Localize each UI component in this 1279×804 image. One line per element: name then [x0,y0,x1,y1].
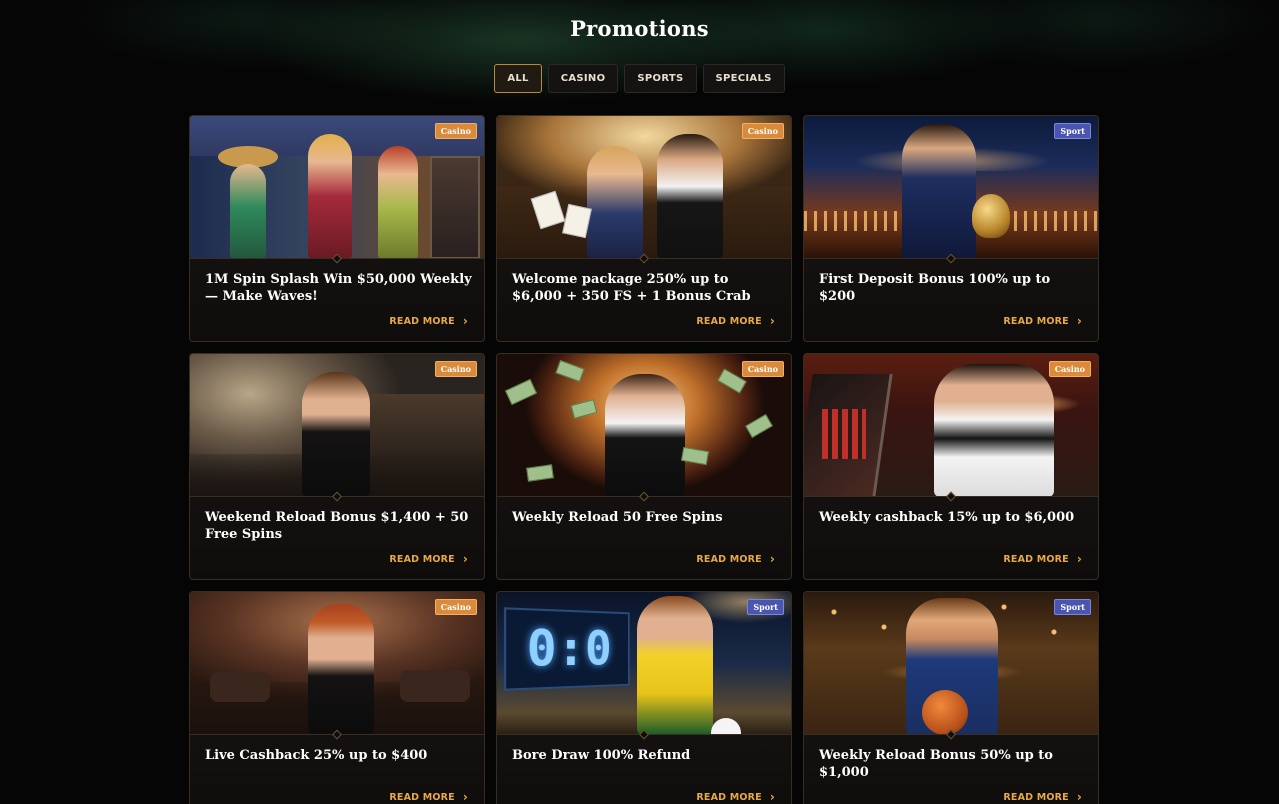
filter-specials-button[interactable]: SPECIALS [702,64,785,93]
promotion-card[interactable]: Casino Live Cashback 25% up to $400 READ… [189,591,485,804]
read-more-link[interactable]: READ MORE › [389,790,468,804]
promotion-card[interactable]: Sport First Deposit Bonus 100% up to $20… [803,115,1099,342]
promotion-card[interactable]: Casino Welcome package 250% up to $6,000… [496,115,792,342]
promotion-image-couple-casino: Casino [497,116,791,259]
promotion-image-three-women: Casino [190,116,484,259]
category-badge: Sport [1054,123,1091,139]
category-badge: Casino [434,599,477,615]
category-badge: Casino [1048,361,1091,377]
promotion-image-dealer-slots: Casino [804,354,1098,497]
chevron-right-icon: › [769,552,775,566]
category-badge: Sport [747,599,784,615]
promotion-title: Weekly cashback 15% up to $6,000 [819,510,1075,525]
read-more-link[interactable]: READ MORE › [389,314,468,328]
read-more-label: READ MORE [389,315,455,327]
promotion-title: 1M Spin Splash Win $50,000 Weekly — Make… [205,272,472,304]
read-more-link[interactable]: READ MORE › [1003,790,1082,804]
chevron-right-icon: › [462,790,468,804]
read-more-label: READ MORE [696,791,762,803]
promotion-image-footballer-trophy: Sport [804,116,1098,259]
read-more-label: READ MORE [696,553,762,565]
read-more-label: READ MORE [1003,553,1069,565]
page-title: Promotions [570,16,709,41]
filter-all-button[interactable]: ALL [494,64,542,93]
promotion-title: Welcome package 250% up to $6,000 + 350 … [512,272,751,304]
promotion-image-footballer-scoreboard: 0:0 Sport [497,592,791,735]
read-more-link[interactable]: READ MORE › [696,552,775,566]
promotion-title: First Deposit Bonus 100% up to $200 [819,272,1051,304]
chevron-right-icon: › [1076,552,1082,566]
promotions-grid: Casino 1M Spin Splash Win $50,000 Weekly… [189,115,1099,804]
filter-casino-button[interactable]: CASINO [547,64,619,93]
chevron-right-icon: › [462,552,468,566]
promotion-image-man-tuxedo-money: Casino [497,354,791,497]
read-more-link[interactable]: READ MORE › [696,790,775,804]
category-badge: Casino [741,361,784,377]
promotion-card[interactable]: Casino Weekly Reload 50 Free Spins READ … [496,353,792,580]
scoreboard: 0:0 [503,607,630,691]
promotion-card[interactable]: Casino Weekend Reload Bonus $1,400 + 50 … [189,353,485,580]
promotion-image-woman-live-casino: Casino [190,592,484,735]
read-more-label: READ MORE [389,791,455,803]
chevron-right-icon: › [769,790,775,804]
category-badge: Casino [434,123,477,139]
promotion-card[interactable]: Casino Weekly cashback 15% up to $6,000 … [803,353,1099,580]
chevron-right-icon: › [1076,790,1082,804]
promotion-title: Weekly Reload 50 Free Spins [512,510,723,525]
filter-tabs: ALL CASINO SPORTS SPECIALS [0,64,1279,93]
promotion-title: Bore Draw 100% Refund [512,748,691,763]
category-badge: Sport [1054,599,1091,615]
filter-sports-button[interactable]: SPORTS [624,64,697,93]
read-more-link[interactable]: READ MORE › [389,552,468,566]
read-more-link[interactable]: READ MORE › [1003,552,1082,566]
promotion-card[interactable]: Casino 1M Spin Splash Win $50,000 Weekly… [189,115,485,342]
category-badge: Casino [434,361,477,377]
promotion-card[interactable]: 0:0 Sport Bore Draw 100% Refund READ MOR… [496,591,792,804]
category-badge: Casino [741,123,784,139]
chevron-right-icon: › [462,314,468,328]
read-more-link[interactable]: READ MORE › [1003,314,1082,328]
read-more-link[interactable]: READ MORE › [696,314,775,328]
promotion-title: Live Cashback 25% up to $400 [205,748,428,763]
promotion-card[interactable]: Sport Weekly Reload Bonus 50% up to $1,0… [803,591,1099,804]
promotion-title: Weekend Reload Bonus $1,400 + 50 Free Sp… [205,510,469,542]
chevron-right-icon: › [769,314,775,328]
promotion-image-basketball-player: Sport [804,592,1098,735]
chevron-right-icon: › [1076,314,1082,328]
read-more-label: READ MORE [1003,791,1069,803]
promotion-image-woman-black-dress: Casino [190,354,484,497]
read-more-label: READ MORE [1003,315,1069,327]
read-more-label: READ MORE [389,553,455,565]
promotion-title: Weekly Reload Bonus 50% up to $1,000 [819,748,1053,780]
read-more-label: READ MORE [696,315,762,327]
